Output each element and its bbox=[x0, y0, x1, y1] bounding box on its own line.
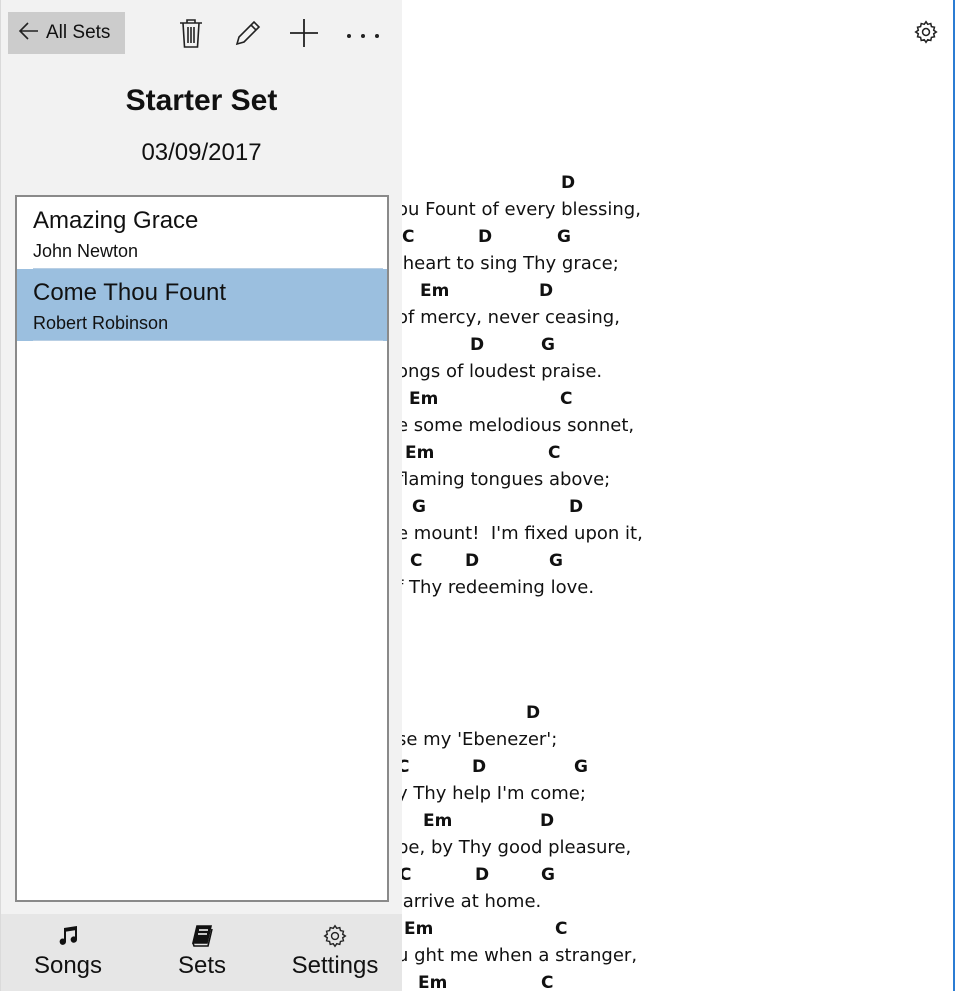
song-title: Amazing Grace bbox=[33, 207, 199, 234]
chord: D bbox=[478, 227, 493, 247]
more-icon bbox=[345, 26, 381, 45]
more-button[interactable] bbox=[346, 18, 380, 52]
chord: G bbox=[541, 335, 555, 355]
chord: C bbox=[541, 973, 554, 991]
song-list-item[interactable]: Amazing Grace John Newton bbox=[17, 197, 387, 269]
chord: D bbox=[472, 757, 487, 777]
chord: C bbox=[560, 389, 573, 409]
book-icon bbox=[190, 922, 214, 950]
lyric-line: arrive at home. bbox=[397, 891, 542, 912]
lyric-line: se my 'Ebenezer'; bbox=[397, 729, 558, 750]
arrow-left-icon bbox=[18, 21, 40, 45]
chord: C bbox=[548, 443, 561, 463]
chord: G bbox=[549, 551, 563, 571]
lyric-line: u ght me when a stranger, bbox=[397, 945, 638, 966]
song-list-item-selected[interactable]: Come Thou Fount Robert Robinson bbox=[17, 269, 387, 341]
song-title: Come Thou Fount bbox=[33, 279, 226, 306]
add-song-button[interactable] bbox=[287, 18, 321, 52]
chord: G bbox=[557, 227, 571, 247]
chord: D bbox=[465, 551, 480, 571]
edit-button[interactable] bbox=[231, 18, 265, 52]
chord: C bbox=[402, 227, 415, 247]
chord: Em bbox=[405, 443, 435, 463]
set-pane: All Sets Starter Set 03/09/2017 Amazing … bbox=[0, 0, 402, 991]
chord: D bbox=[569, 497, 584, 517]
nav-settings-label: Settings bbox=[291, 952, 379, 979]
nav-settings[interactable]: Settings bbox=[268, 914, 402, 991]
all-sets-label: All Sets bbox=[46, 22, 111, 43]
chord: G bbox=[574, 757, 588, 777]
plus-icon bbox=[288, 17, 320, 53]
nav-sets[interactable]: Sets bbox=[135, 914, 269, 991]
chord: Em bbox=[418, 973, 448, 991]
divider bbox=[33, 340, 383, 341]
set-date: 03/09/2017 bbox=[141, 139, 262, 166]
trash-icon bbox=[178, 17, 204, 53]
pencil-icon bbox=[232, 17, 264, 53]
delete-button[interactable] bbox=[174, 18, 208, 52]
chord: C bbox=[410, 551, 423, 571]
music-note-icon bbox=[56, 922, 80, 950]
chord: Em bbox=[423, 811, 453, 831]
settings-gear-icon[interactable] bbox=[911, 17, 941, 47]
lyric-line: y Thy help I'm come; bbox=[397, 783, 586, 804]
song-author: John Newton bbox=[33, 241, 139, 261]
chord: D bbox=[540, 811, 555, 831]
bottom-nav: Songs Sets Settings bbox=[1, 914, 402, 991]
chord: D bbox=[470, 335, 485, 355]
chord: Em bbox=[420, 281, 450, 301]
nav-songs-label: Songs bbox=[33, 952, 103, 979]
lyric-line: f Thy redeeming love. bbox=[397, 577, 595, 598]
nav-songs[interactable]: Songs bbox=[1, 914, 135, 991]
nav-sets-label: Sets bbox=[177, 952, 227, 979]
song-list[interactable]: Amazing Grace John Newton Come Thou Foun… bbox=[15, 195, 389, 902]
set-title: Starter Set bbox=[125, 84, 278, 117]
lyric-line: pe, by Thy good pleasure, bbox=[397, 837, 632, 858]
lyric-line: e some melodious sonnet, bbox=[397, 415, 635, 436]
lyric-line: flaming tongues above; bbox=[397, 469, 611, 490]
lyric-line: heart to sing Thy grace; bbox=[397, 253, 619, 274]
chord: G bbox=[541, 865, 555, 885]
set-toolbar: All Sets bbox=[1, 0, 402, 66]
all-sets-back-button[interactable]: All Sets bbox=[8, 12, 125, 54]
lyric-line: ongs of loudest praise. bbox=[397, 361, 603, 382]
gear-icon bbox=[322, 922, 348, 950]
chord: G bbox=[412, 497, 426, 517]
lyric-line: of mercy, never ceasing, bbox=[397, 307, 620, 328]
lyric-line: ou Fount of every blessing, bbox=[397, 199, 641, 220]
lyric-line: e mount! I'm fixed upon it, bbox=[397, 523, 643, 544]
chord: D bbox=[475, 865, 490, 885]
chord: Em bbox=[404, 919, 434, 939]
chord: D bbox=[561, 173, 576, 193]
song-author: Robert Robinson bbox=[33, 313, 169, 333]
chord: D bbox=[539, 281, 554, 301]
chord: Em bbox=[409, 389, 439, 409]
chord: D bbox=[526, 703, 541, 723]
chord: C bbox=[555, 919, 568, 939]
